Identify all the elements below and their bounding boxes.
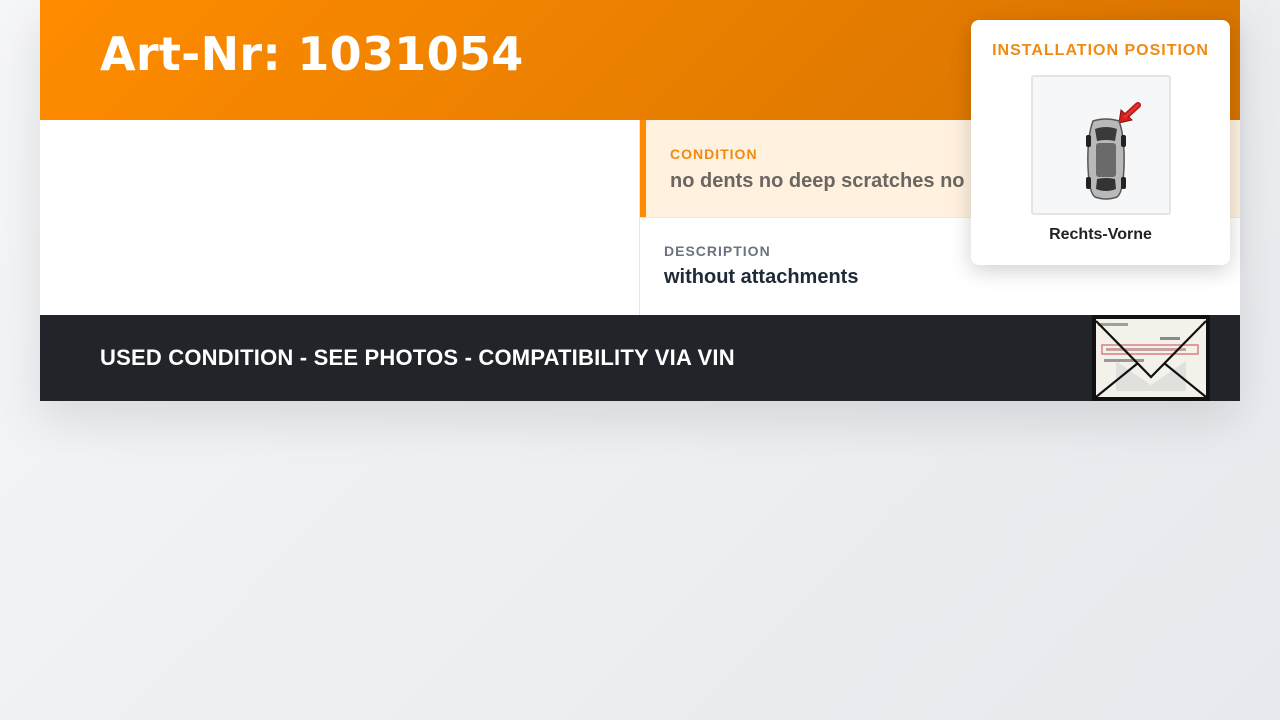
footer-bar: USED CONDITION - SEE PHOTOS - COMPATIBIL… <box>40 315 1240 401</box>
description-label: DESCRIPTION <box>664 243 771 259</box>
footer-notice: USED CONDITION - SEE PHOTOS - COMPATIBIL… <box>100 345 735 370</box>
description-value: without attachments <box>664 266 859 288</box>
condition-label: CONDITION <box>670 146 758 162</box>
installation-position-value: Rechts-Vorne <box>1049 226 1152 243</box>
product-image-area <box>40 120 639 315</box>
car-top-view-icon <box>1031 75 1171 215</box>
article-number-title: Art-Nr: 1031054 <box>100 27 524 81</box>
mail-envelope-icon[interactable] <box>1092 315 1210 401</box>
installation-position-heading: INSTALLATION POSITION <box>992 42 1209 59</box>
car-position-diagram <box>1086 102 1141 200</box>
red-arrow-icon <box>1118 102 1141 124</box>
car-body <box>1086 118 1126 200</box>
mail-envelope-graphic <box>1094 317 1208 399</box>
installation-position-popover: INSTALLATION POSITION Rechts-Vorne <box>971 20 1230 265</box>
